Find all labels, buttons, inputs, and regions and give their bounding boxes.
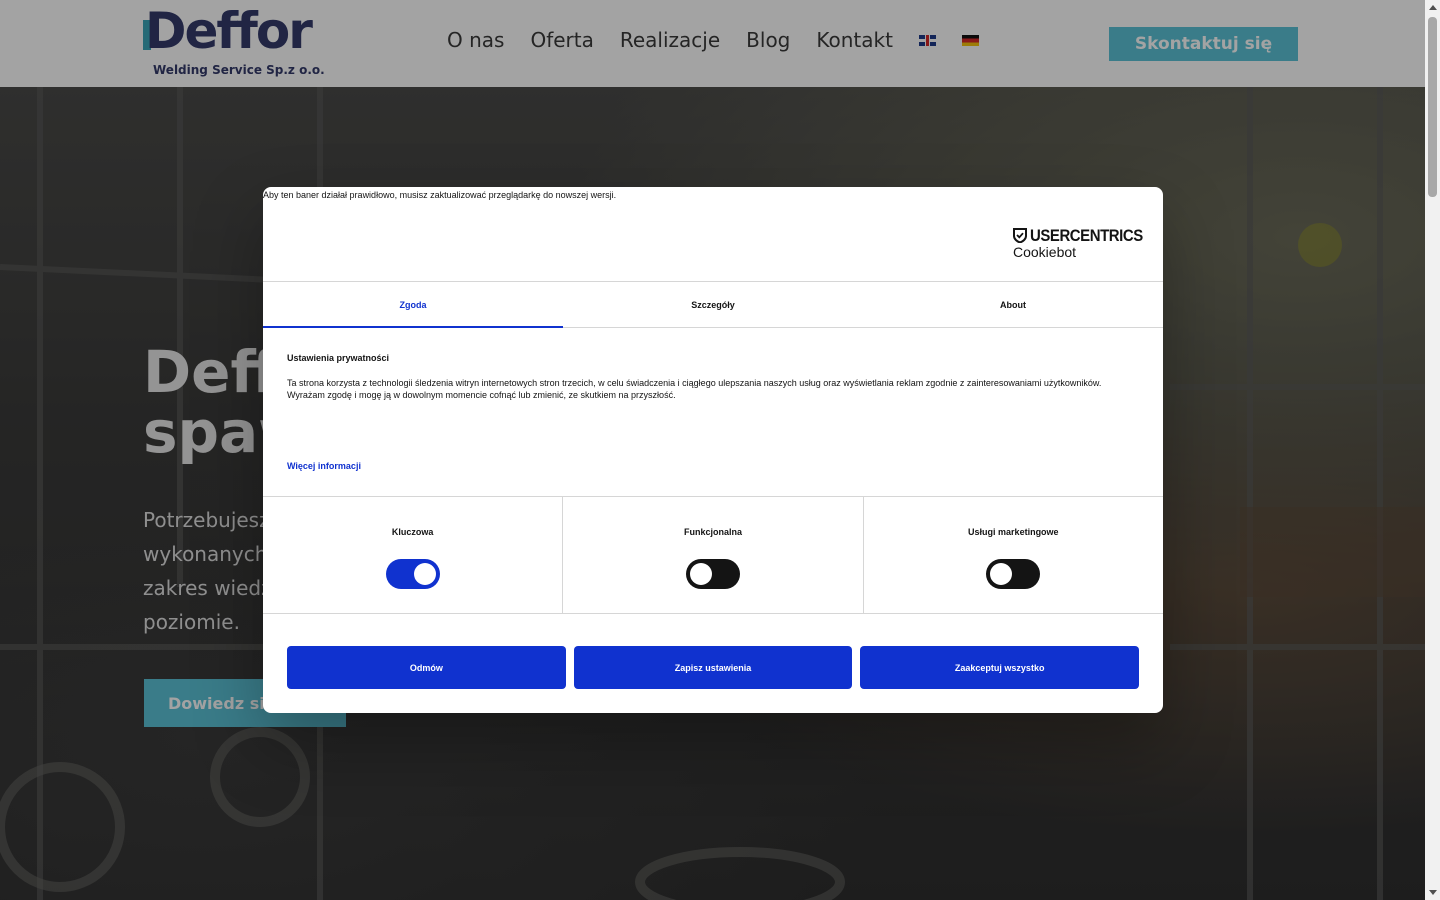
shield-check-icon — [1013, 228, 1027, 243]
category-marketing: Usługi marketingowe — [864, 497, 1163, 613]
accept-all-button[interactable]: Zaakceptuj wszystko — [860, 646, 1140, 689]
category-label: Funkcjonalna — [683, 527, 742, 537]
toggle-knob — [689, 563, 712, 585]
privacy-description: Ta strona korzysta z technologii śledzen… — [287, 377, 1147, 401]
privacy-text-line-2: Wyrażam zgodę i mogę ją w dowolnym momen… — [287, 390, 676, 400]
cookie-consent-dialog: Aby ten baner działał prawidłowo, musisz… — [263, 187, 1163, 713]
consent-actions: Odmów Zapisz ustawienia Zaakceptuj wszys… — [287, 646, 1140, 689]
tab-about[interactable]: About — [863, 282, 1163, 327]
category-functional: Funkcjonalna — [563, 497, 864, 613]
consent-tabs: Zgoda Szczegóły About — [263, 282, 1163, 328]
toggle-knob — [413, 563, 436, 585]
privacy-settings-heading: Ustawienia prywatności — [287, 353, 390, 363]
scrollbar-thumb[interactable] — [1428, 17, 1437, 197]
usercentrics-wordmark: USERCENTRICS — [1030, 226, 1143, 245]
page-scrollbar[interactable] — [1425, 0, 1440, 900]
save-settings-button[interactable]: Zapisz ustawienia — [573, 646, 853, 689]
category-label: Usługi marketingowe — [968, 527, 1059, 537]
consent-categories: Kluczowa Funkcjonalna Usługi marketingow… — [263, 496, 1163, 614]
consent-body: Ustawienia prywatności Ta strona korzyst… — [287, 353, 1147, 401]
privacy-text-line-1: Ta strona korzysta z technologii śledzen… — [287, 378, 1102, 388]
tab-details[interactable]: Szczegóły — [563, 282, 863, 327]
deny-button[interactable]: Odmów — [287, 646, 566, 689]
tab-consent[interactable]: Zgoda — [263, 282, 563, 328]
scroll-down-icon[interactable] — [1429, 890, 1437, 895]
more-info-link[interactable]: Więcej informacji — [287, 461, 361, 471]
scroll-up-icon[interactable] — [1429, 5, 1437, 10]
category-necessary: Kluczowa — [263, 497, 564, 613]
category-label: Kluczowa — [391, 527, 434, 537]
cookiebot-wordmark: Cookiebot — [1013, 244, 1077, 260]
usercentrics-cookiebot-logo: USERCENTRICS Cookiebot — [1013, 226, 1143, 261]
necessary-toggle[interactable] — [385, 559, 440, 589]
browser-update-warning: Aby ten baner działał prawidłowo, musisz… — [263, 190, 617, 200]
toggle-knob — [990, 563, 1013, 585]
marketing-toggle[interactable] — [986, 559, 1041, 589]
functional-toggle[interactable] — [685, 559, 740, 589]
